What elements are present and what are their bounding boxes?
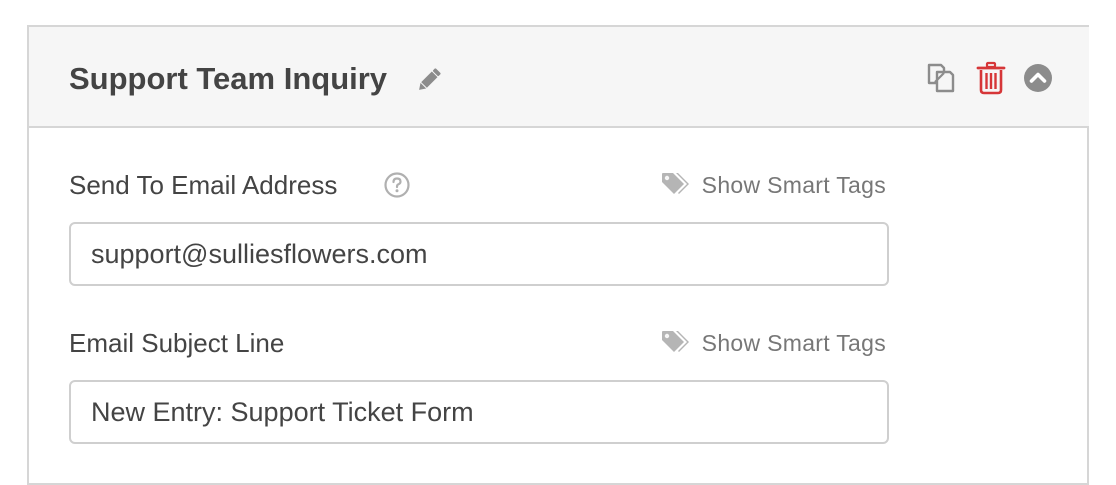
notification-title: Support Team Inquiry [69, 61, 388, 96]
duplicate-icon[interactable] [924, 61, 958, 95]
tag-icon [660, 329, 692, 357]
notification-panel: Support Team Inquiry Send To Email Addre… [27, 25, 1089, 485]
chevron-up-circle-icon[interactable] [1021, 61, 1055, 95]
trash-icon[interactable] [974, 61, 1008, 95]
tag-icon [660, 171, 692, 199]
send-to-email-input[interactable] [69, 222, 889, 286]
question-circle-icon[interactable] [383, 171, 411, 199]
notification-header[interactable]: Support Team Inquiry [29, 27, 1089, 128]
pencil-icon[interactable] [414, 65, 444, 95]
smart-tags-label: Show Smart Tags [701, 171, 886, 198]
smart-tags-label: Show Smart Tags [701, 329, 886, 356]
subject-smart-tags-link[interactable]: Show Smart Tags [660, 326, 886, 360]
send-to-smart-tags-link[interactable]: Show Smart Tags [660, 168, 886, 202]
send-to-label: Send To Email Address [69, 170, 338, 200]
email-subject-input[interactable] [69, 380, 889, 444]
subject-label: Email Subject Line [69, 328, 285, 358]
